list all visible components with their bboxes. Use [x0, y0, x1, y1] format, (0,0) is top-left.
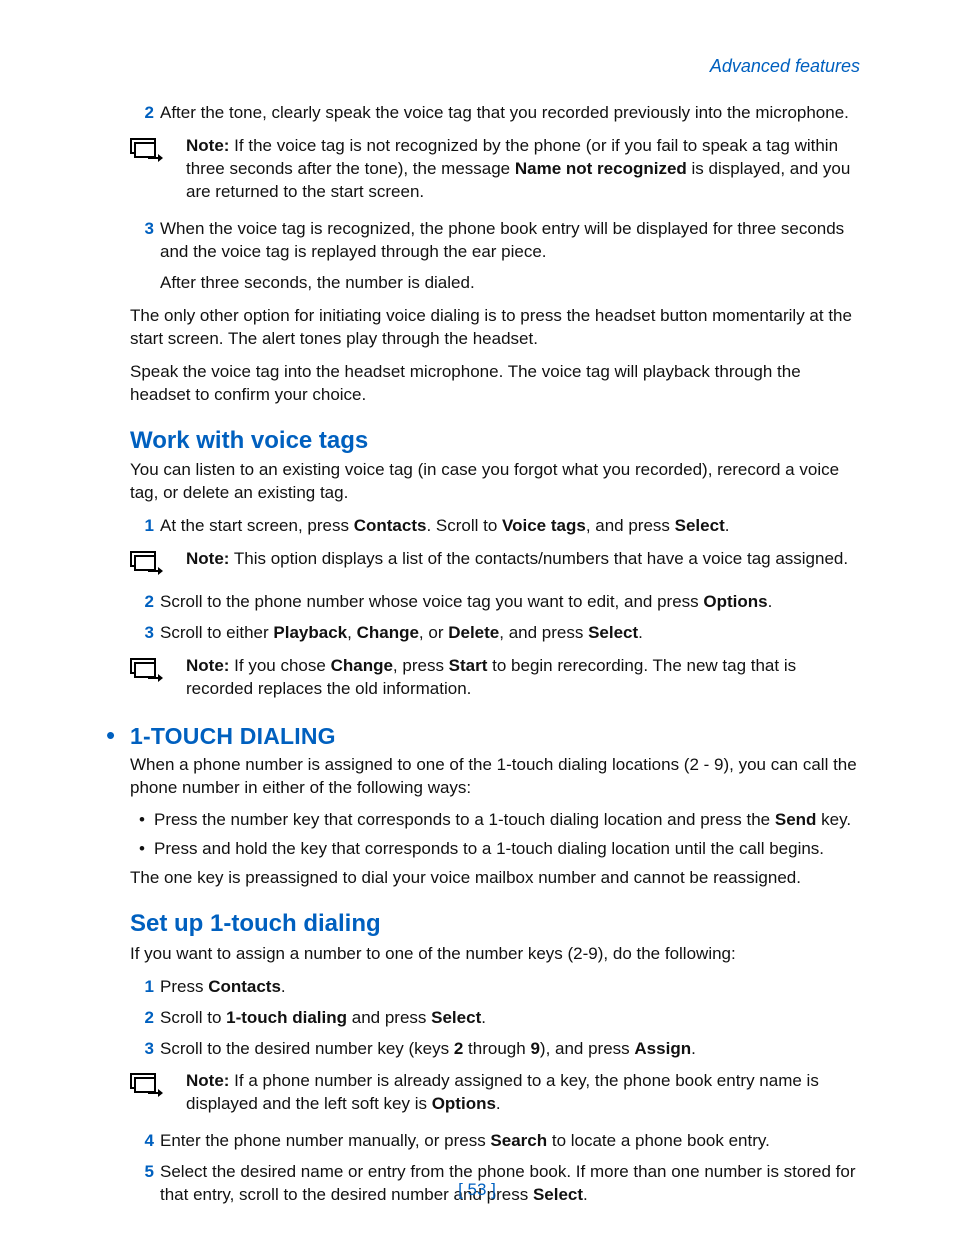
note-label: Note: [186, 136, 229, 155]
step-number: 3 [130, 218, 160, 264]
note-arrow-icon [130, 551, 166, 577]
subheading-setup: Set up 1-touch dialing [130, 908, 864, 940]
step-continuation: After three seconds, the number is diale… [130, 272, 864, 295]
paragraph: The only other option for initiating voi… [130, 305, 864, 351]
bullet-mark: • [130, 809, 154, 832]
bullet-item: • Press and hold the key that correspond… [130, 838, 864, 861]
work-steps-2: 2 Scroll to the phone number whose voice… [130, 591, 864, 645]
step-list-a2: 3 When the voice tag is recognized, the … [130, 218, 864, 295]
note-block: Note: This option displays a list of the… [130, 548, 864, 577]
note-text: Note: If a phone number is already assig… [186, 1070, 864, 1116]
subheading-work: Work with voice tags [130, 425, 864, 457]
page-header: Advanced features [130, 54, 864, 78]
setup-steps: 1 Press Contacts. 2 Scroll to 1-touch di… [130, 976, 864, 1061]
note-arrow-icon [130, 658, 166, 701]
paragraph: If you want to assign a number to one of… [130, 943, 864, 966]
step-item: 2 After the tone, clearly speak the voic… [130, 102, 864, 125]
bullet-item: • Press the number key that corresponds … [130, 809, 864, 832]
work-steps: 1 At the start screen, press Contacts. S… [130, 515, 864, 538]
bullet-mark: • [130, 838, 154, 861]
note-arrow-icon [130, 1073, 166, 1116]
step-item: 4 Enter the phone number manually, or pr… [130, 1130, 864, 1153]
step-list-a: 2 After the tone, clearly speak the voic… [130, 102, 864, 125]
step-item: 3 Scroll to the desired number key (keys… [130, 1038, 864, 1061]
step-item: 3 Scroll to either Playback, Change, or … [130, 622, 864, 645]
step-text: After the tone, clearly speak the voice … [160, 102, 864, 125]
note-text: Note: This option displays a list of the… [186, 548, 864, 577]
bullet-icon: • [106, 722, 130, 748]
note-arrow-icon [130, 138, 166, 204]
document-page: Advanced features 2 After the tone, clea… [0, 0, 954, 1248]
step-item: 1 Press Contacts. [130, 976, 864, 999]
bullet-list: • Press the number key that corresponds … [130, 809, 864, 861]
note-block: Note: If you chose Change, press Start t… [130, 655, 864, 701]
step-item: 3 When the voice tag is recognized, the … [130, 218, 864, 264]
section-title: 1-TOUCH DIALING [130, 721, 336, 752]
section-heading-touch: • 1-TOUCH DIALING [106, 721, 864, 752]
paragraph: You can listen to an existing voice tag … [130, 459, 864, 505]
step-sub-text: After three seconds, the number is diale… [160, 272, 864, 295]
paragraph: The one key is preassigned to dial your … [130, 867, 864, 890]
page-number: [ 53 ] [0, 1179, 954, 1202]
step-item: 1 At the start screen, press Contacts. S… [130, 515, 864, 538]
paragraph: When a phone number is assigned to one o… [130, 754, 864, 800]
paragraph: Speak the voice tag into the headset mic… [130, 361, 864, 407]
step-number: 2 [130, 102, 160, 125]
note-block: Note: If the voice tag is not recognized… [130, 135, 864, 204]
step-text: When the voice tag is recognized, the ph… [160, 218, 864, 264]
note-text: Note: If the voice tag is not recognized… [186, 135, 864, 204]
note-block: Note: If a phone number is already assig… [130, 1070, 864, 1116]
step-item: 2 Scroll to 1-touch dialing and press Se… [130, 1007, 864, 1030]
step-item: 2 Scroll to the phone number whose voice… [130, 591, 864, 614]
note-text: Note: If you chose Change, press Start t… [186, 655, 864, 701]
